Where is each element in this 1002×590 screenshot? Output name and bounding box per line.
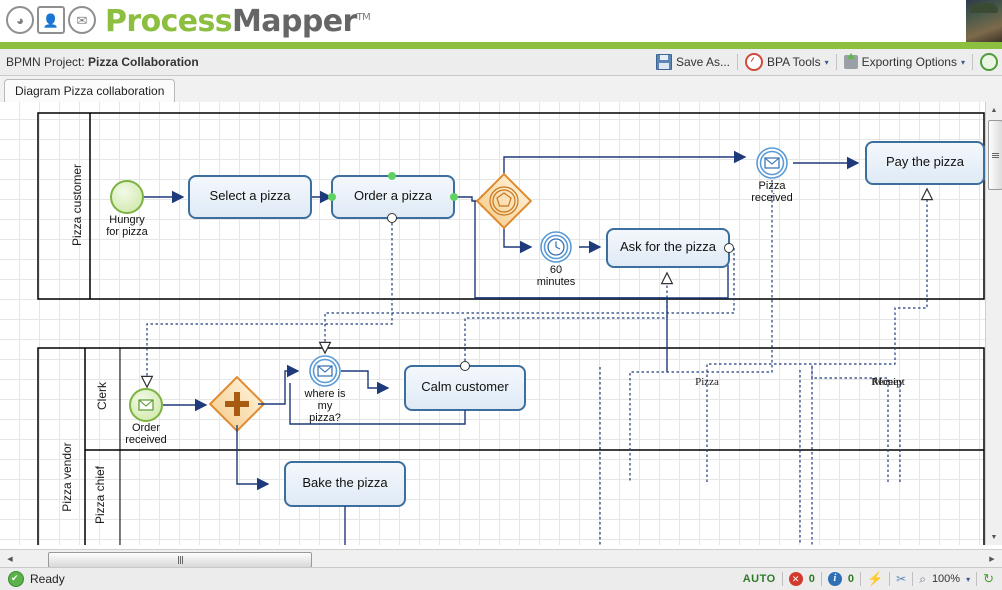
info-count: 0	[847, 573, 854, 585]
lane-label-clerk: Clerk	[95, 382, 109, 411]
status-separator	[781, 572, 783, 586]
horizontal-scrollbar-thumb[interactable]	[48, 552, 312, 568]
status-text: Ready	[30, 572, 65, 586]
task-ask-for-the-pizza	[606, 228, 734, 268]
scroll-right-button[interactable]: ▶	[984, 551, 1000, 567]
vertical-scrollbar-thumb[interactable]	[988, 120, 1002, 190]
timer-event-60-minutes	[540, 231, 572, 263]
envelope-icon: ✉	[68, 6, 96, 34]
project-label: BPMN Project: Pizza Collaboration	[6, 55, 199, 69]
lane-label-pizza-chief: Pizza chief	[93, 465, 107, 525]
gateway-event-based	[475, 172, 533, 230]
status-separator	[976, 572, 978, 586]
circle-icon	[980, 53, 998, 71]
project-name: Pizza Collaboration	[88, 55, 199, 69]
save-as-label: Save As...	[675, 55, 730, 69]
user-avatar[interactable]	[966, 0, 1002, 42]
message-flow-handle-top	[460, 361, 470, 371]
status-separator	[889, 572, 891, 586]
message-flow-handle-bottom	[387, 213, 397, 223]
refresh-icon[interactable]: ↻	[983, 571, 994, 587]
tab-diagram-pizza-collaboration[interactable]: Diagram Pizza collaboration	[4, 79, 176, 102]
grip-icon	[177, 556, 183, 564]
status-separator	[859, 572, 861, 586]
project-toolbar: BPMN Project: Pizza Collaboration Save A…	[0, 49, 1002, 76]
user-icon: 👤	[37, 6, 65, 34]
app-title-part-a: Process	[105, 4, 233, 39]
start-event-order-received	[129, 388, 163, 422]
overflow-tool-button[interactable]	[973, 51, 1000, 73]
app-title-part-b: Mapper	[232, 4, 357, 39]
task-pay-the-pizza	[865, 141, 985, 185]
task-order-a-pizza	[328, 172, 458, 223]
exporting-options-label: Exporting Options	[861, 55, 957, 69]
toolbar-actions: Save As... BPA Tools ▾ Exporting Options…	[649, 49, 1000, 75]
message-event-where-is-my-pizza	[309, 355, 341, 387]
horizontal-scrollbar[interactable]: ◀ ▶	[0, 549, 1002, 568]
status-ok-icon	[8, 571, 24, 587]
task-calm-customer	[404, 361, 526, 411]
chevron-down-icon: ▾	[824, 57, 829, 67]
connection-handle-right	[450, 193, 458, 201]
scroll-left-button[interactable]: ◀	[2, 551, 18, 567]
task-select-a-pizza	[188, 175, 312, 219]
chevron-down-icon: ▾	[960, 57, 965, 67]
brand-divider	[0, 42, 1002, 49]
error-count: 0	[808, 573, 815, 585]
application-window: ◕ 👤 ✉ ProcessMapperTM BPMN Project: Pizz…	[0, 0, 1002, 590]
auto-label: AUTO	[742, 573, 776, 585]
wrench-icon[interactable]: ✂	[896, 572, 906, 586]
chevron-down-icon[interactable]: ▾	[966, 575, 970, 584]
bpmn-diagram-svg	[37, 112, 985, 545]
grip-icon	[992, 152, 999, 158]
save-as-button[interactable]: Save As...	[649, 52, 737, 72]
scroll-down-button[interactable]: ▼	[986, 529, 1002, 545]
diagram-canvas-viewport[interactable]: Pizza customer Pizza vendor Clerk Pizza …	[0, 102, 1002, 545]
app-title: ProcessMapperTM	[105, 3, 371, 39]
gauge-icon	[744, 53, 763, 71]
status-left-group: Ready	[8, 571, 65, 587]
zoom-level[interactable]: 100%	[932, 573, 960, 585]
bpa-tools-menu[interactable]: BPA Tools ▾	[738, 51, 836, 73]
connection-handle-top	[388, 172, 396, 180]
bpa-tools-label: BPA Tools	[766, 55, 821, 69]
project-prefix: BPMN Project:	[6, 55, 89, 69]
diagram-canvas[interactable]: Pizza customer Pizza vendor Clerk Pizza …	[0, 102, 986, 545]
status-right-group: AUTO ✕ 0 i 0 ⚡ ✂ ⌕ 100% ▾ ↻	[743, 571, 994, 587]
pool-label-pizza-customer: Pizza customer	[70, 163, 84, 247]
status-bar: Ready AUTO ✕ 0 i 0 ⚡ ✂ ⌕ 100% ▾ ↻	[0, 567, 1002, 590]
app-logo: ◕ 👤 ✉ ProcessMapperTM	[6, 3, 371, 39]
pool-label-pizza-vendor: Pizza vendor	[60, 442, 74, 512]
scroll-up-button[interactable]: ▲	[986, 102, 1002, 118]
gateway-parallel	[208, 375, 266, 433]
floppy-disk-icon	[655, 54, 672, 70]
connection-handle-left	[328, 193, 336, 201]
message-event-pizza-received	[756, 147, 788, 179]
app-header: ◕ 👤 ✉ ProcessMapperTM	[0, 0, 1002, 42]
status-separator	[912, 572, 914, 586]
message-flow-handle-right	[724, 243, 734, 253]
gauge-icon: ◕	[6, 6, 34, 34]
tab-strip: Diagram Pizza collaboration	[0, 76, 1002, 103]
lightning-icon[interactable]: ⚡	[867, 571, 883, 587]
search-icon[interactable]: ⌕	[919, 572, 926, 587]
export-icon	[843, 53, 858, 69]
info-badge-icon: i	[827, 572, 842, 586]
task-bake-the-pizza	[284, 461, 406, 507]
start-event-hungry-for-pizza	[110, 180, 144, 214]
vertical-scrollbar[interactable]: ▲ ▼	[985, 102, 1002, 545]
tab-label: Diagram Pizza collaboration	[15, 84, 165, 98]
trademark-mark: TM	[356, 12, 371, 23]
exporting-options-menu[interactable]: Exporting Options ▾	[837, 53, 972, 71]
status-separator	[820, 572, 822, 586]
message-flows	[147, 180, 927, 482]
error-badge-icon: ✕	[788, 572, 803, 586]
